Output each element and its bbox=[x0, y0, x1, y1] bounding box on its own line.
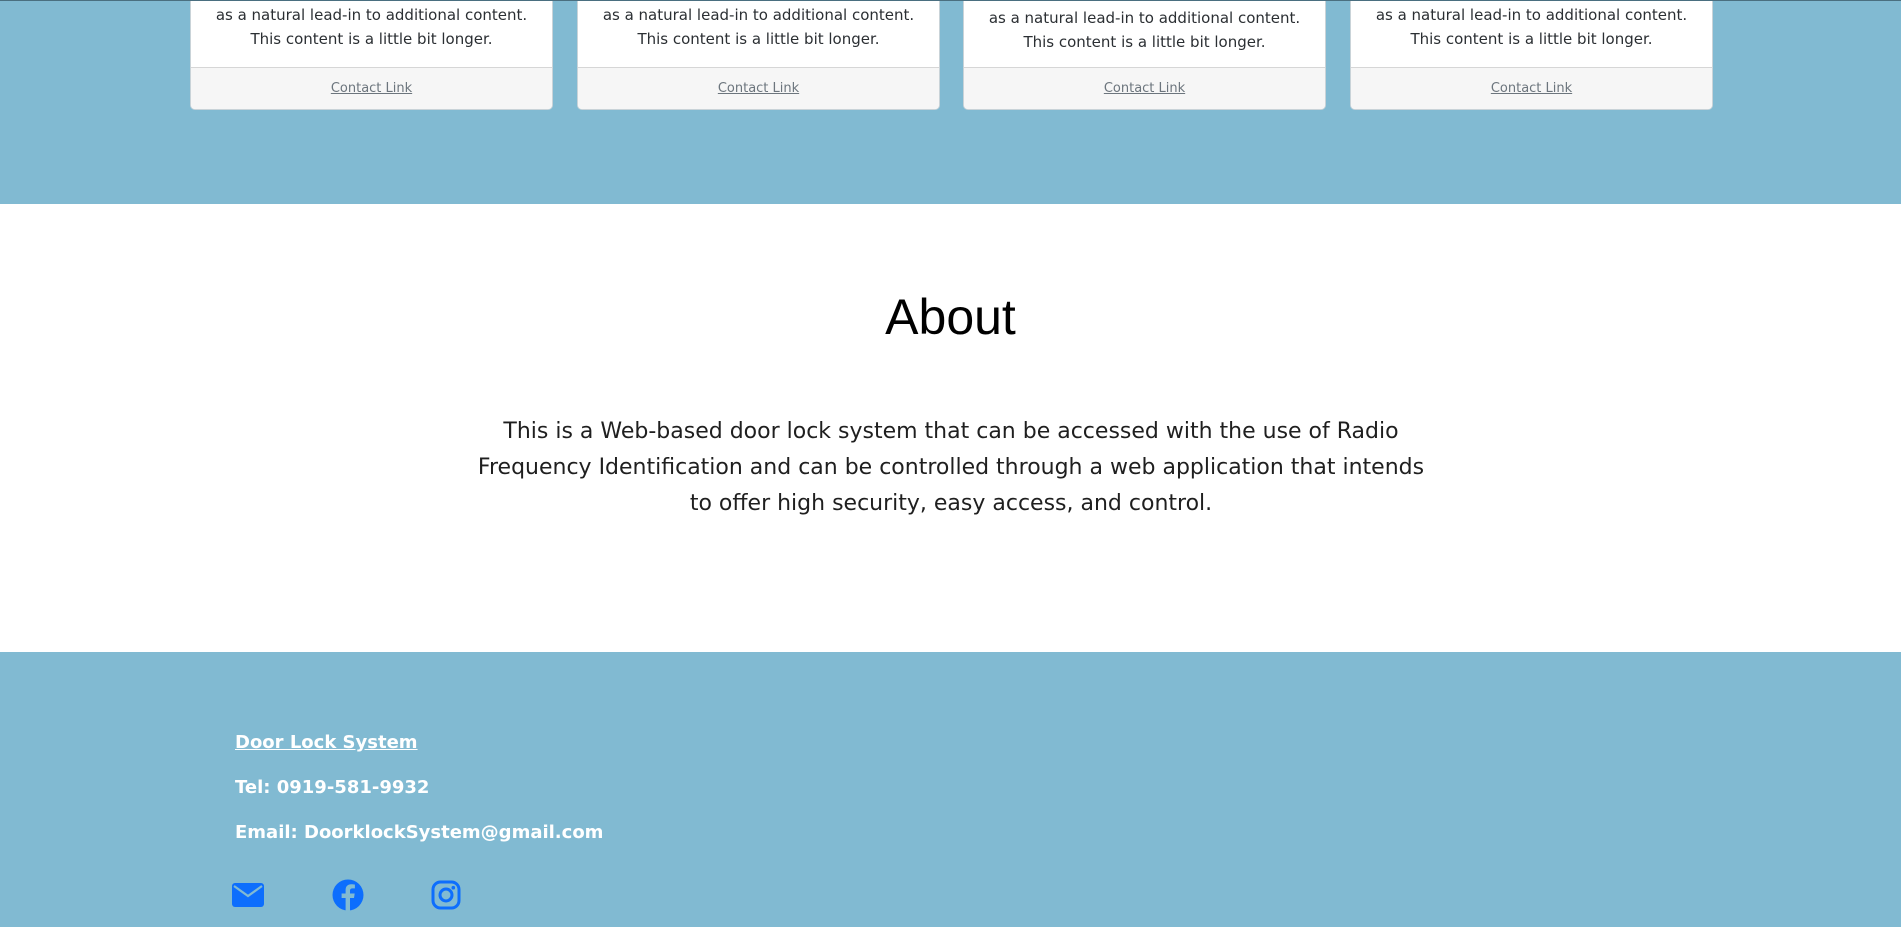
card-footer: Contact Link bbox=[578, 67, 939, 109]
service-card: as a natural lead-in to additional conte… bbox=[963, 1, 1326, 110]
contact-link[interactable]: Contact Link bbox=[1104, 81, 1185, 96]
about-text: This is a Web-based door lock system tha… bbox=[477, 419, 1425, 516]
services-section: as a natural lead-in to additional conte… bbox=[0, 0, 1901, 204]
facebook-icon[interactable] bbox=[331, 878, 365, 912]
footer: Door Lock System Tel: 0919-581-9932 Emai… bbox=[0, 652, 1901, 927]
service-card: as a natural lead-in to additional conte… bbox=[577, 1, 940, 110]
envelope-icon[interactable] bbox=[231, 878, 265, 912]
contact-link[interactable]: Contact Link bbox=[331, 81, 412, 96]
card-text: as a natural lead-in to additional conte… bbox=[215, 6, 528, 48]
contact-link[interactable]: Contact Link bbox=[1491, 81, 1572, 96]
footer-tel: Tel: 0919-581-9932 bbox=[235, 777, 430, 798]
service-card: as a natural lead-in to additional conte… bbox=[1350, 1, 1713, 110]
footer-brand-link[interactable]: Door Lock System bbox=[235, 732, 418, 753]
instagram-icon[interactable] bbox=[429, 878, 463, 912]
about-section: About This is a Web-based door lock syst… bbox=[0, 204, 1901, 652]
about-title: About bbox=[885, 289, 1016, 345]
service-card: as a natural lead-in to additional conte… bbox=[190, 1, 553, 110]
card-text: as a natural lead-in to additional conte… bbox=[602, 6, 915, 48]
card-text: as a natural lead-in to additional conte… bbox=[988, 9, 1301, 51]
card-footer: Contact Link bbox=[191, 67, 552, 109]
card-text: as a natural lead-in to additional conte… bbox=[1375, 6, 1688, 48]
footer-email: Email: DoorklockSystem@gmail.com bbox=[235, 822, 604, 843]
contact-link[interactable]: Contact Link bbox=[718, 81, 799, 96]
card-footer: Contact Link bbox=[964, 67, 1325, 109]
card-footer: Contact Link bbox=[1351, 67, 1712, 109]
